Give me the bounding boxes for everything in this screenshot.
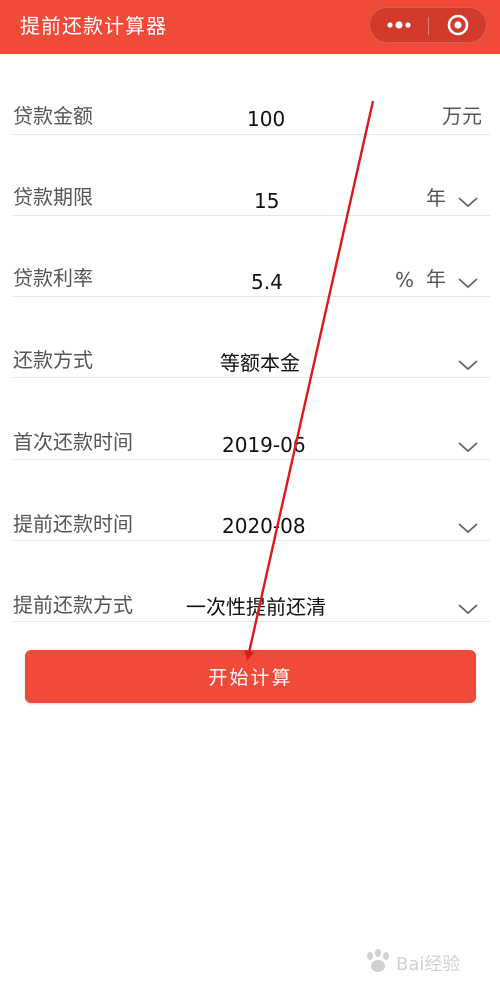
loan-term-label: 贷款期限: [13, 185, 93, 209]
capsule-divider: [428, 17, 429, 35]
more-dots-icon[interactable]: [379, 13, 419, 37]
loan-rate-percent-unit: %: [395, 268, 415, 292]
top-bar: 提前还款计算器: [0, 0, 500, 54]
svg-text:Bai经验: Bai经验: [396, 954, 460, 975]
chevron-down-icon[interactable]: [457, 602, 479, 616]
row-divider: [13, 377, 490, 378]
repay-method-select[interactable]: 等额本金: [220, 349, 300, 377]
loan-term-input[interactable]: 15: [254, 187, 279, 215]
loan-amount-row: 贷款金额 100 万元: [13, 54, 490, 135]
prepay-method-select[interactable]: 一次性提前还清: [186, 593, 326, 621]
loan-amount-input[interactable]: 100: [247, 105, 285, 133]
chevron-down-icon[interactable]: [457, 521, 479, 535]
loan-term-row: 贷款期限 15 年: [13, 135, 490, 216]
loan-amount-label: 贷款金额: [13, 104, 93, 128]
repay-method-label: 还款方式: [13, 348, 93, 372]
loan-rate-year-unit[interactable]: 年: [426, 265, 446, 293]
row-divider: [13, 621, 490, 622]
start-calculate-button[interactable]: 开始计算: [25, 650, 476, 703]
chevron-down-icon[interactable]: [457, 195, 479, 209]
first-repay-time-row[interactable]: 首次还款时间 2019-06: [13, 379, 490, 460]
loan-rate-input[interactable]: 5.4: [251, 268, 283, 296]
loan-amount-unit: 万元: [442, 104, 482, 128]
prepay-method-row[interactable]: 提前还款方式 一次性提前还清: [13, 541, 490, 622]
prepay-time-picker[interactable]: 2020-08: [222, 512, 306, 540]
first-repay-time-picker[interactable]: 2019-06: [222, 431, 306, 459]
loan-rate-row: 贷款利率 5.4 % 年: [13, 216, 490, 297]
chevron-down-icon[interactable]: [457, 440, 479, 454]
repay-method-row[interactable]: 还款方式 等额本金: [13, 297, 490, 378]
prepay-time-row[interactable]: 提前还款时间 2020-08: [13, 460, 490, 541]
mini-program-capsule: [369, 7, 487, 43]
chevron-down-icon[interactable]: [457, 276, 479, 290]
loan-rate-label: 贷款利率: [13, 266, 93, 290]
calculator-page: 提前还款计算器 贷款金额 100 万元 贷款期限 15 年 贷款利率 5.4 %…: [0, 0, 500, 998]
prepay-time-label: 提前还款时间: [13, 512, 133, 536]
first-repay-time-label: 首次还款时间: [13, 430, 133, 454]
baidu-jingyan-watermark: Bai经验: [367, 949, 460, 975]
chevron-down-icon[interactable]: [457, 358, 479, 372]
close-target-icon[interactable]: [438, 13, 478, 37]
page-title: 提前还款计算器: [20, 14, 167, 38]
loan-term-unit[interactable]: 年: [426, 184, 446, 212]
prepay-method-label: 提前还款方式: [13, 593, 133, 617]
